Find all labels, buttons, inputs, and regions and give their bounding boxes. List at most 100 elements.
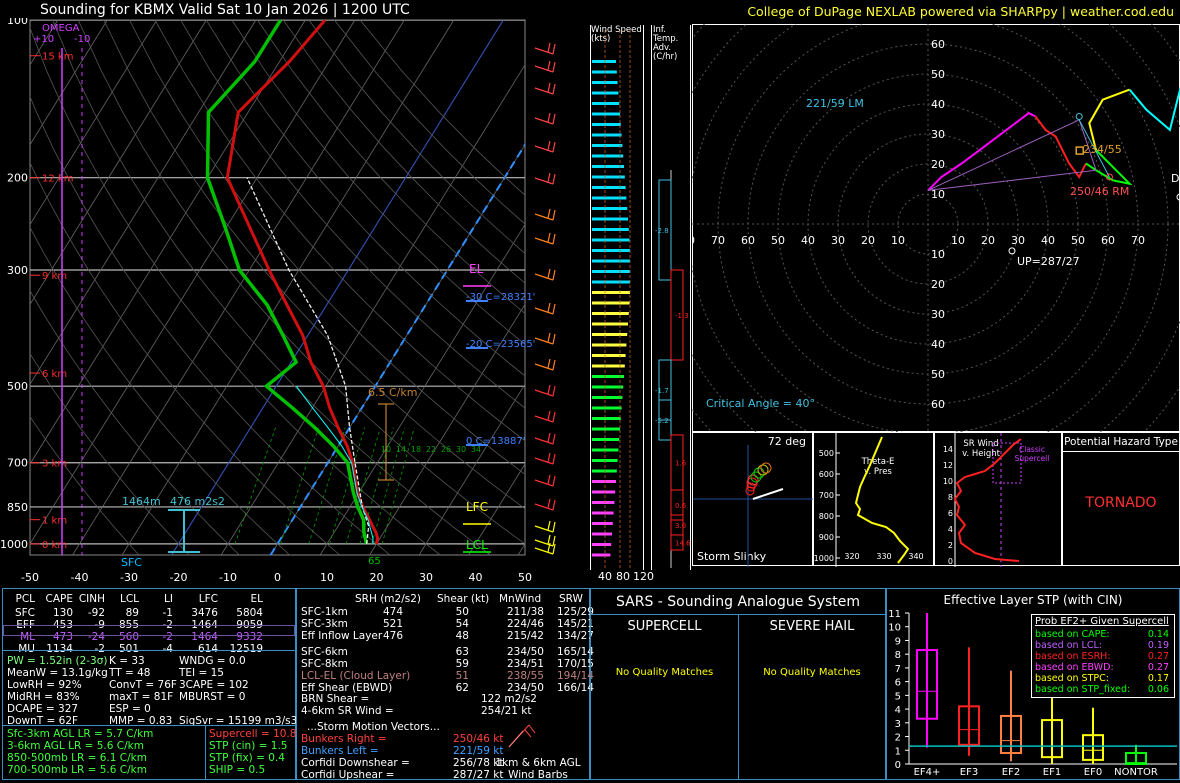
lfc-label: LFC (466, 500, 488, 514)
lapse-rate: Sfc-3km AGL LR = 5.7 C/km (7, 728, 154, 740)
eff-height-label: 1464m (122, 495, 161, 508)
prob-label: based on EBWD: (1035, 662, 1114, 673)
kin-cell: LCL-EL (Cloud Layer) (301, 670, 411, 682)
page-title: Sounding for KBMX Valid Sat 10 Jan 2026 … (40, 2, 410, 18)
thermo-index: 3CAPE = 102 (179, 679, 249, 691)
credit-line: College of DuPage NEXLAB powered via SHA… (747, 4, 1174, 19)
wind-speed-bar (592, 312, 629, 315)
wind-barb (534, 177, 554, 185)
thetae-xtick: 330 (876, 552, 891, 561)
wind-speed-bar (592, 375, 624, 378)
kin-cell: 194/14 (557, 670, 594, 682)
parcel-cell: -2 (94, 643, 105, 655)
hodo-x-label: 10 (951, 234, 965, 247)
hodo-x-label: 30 (1011, 234, 1025, 247)
prob-row: based on ESRH: 0.27 (1035, 651, 1171, 662)
hodo-ring-label: 40 (931, 338, 945, 351)
height-label: 6 km (42, 369, 67, 380)
wind-barb (534, 47, 554, 55)
parcel-cell: LI (164, 593, 173, 605)
hodo-d-label: D (1171, 172, 1180, 185)
mean-wind-label: 234/55 (1083, 143, 1122, 156)
sars-title: SARS - Sounding Analogue System (616, 594, 860, 610)
kinematics-table: SRH (m2/s2) Shear (kt) MnWind SRW SFC-1km 474… (297, 593, 594, 694)
srwind-ytick: 14 (943, 445, 953, 454)
wind-speed-bar (592, 532, 612, 536)
parcel-cell: 501 (118, 643, 139, 655)
storm-motion-label: Bunkers Left = (301, 745, 379, 757)
inf-value: 3.0 (675, 522, 686, 530)
upshear-label: UP=287/27 (1017, 255, 1080, 268)
storm-motion-header: ...Storm Motion Vectors... (307, 721, 440, 733)
wind-speed-bar (592, 343, 627, 347)
wind-speed-bar (592, 186, 626, 189)
sfc-dewpt-label: 65 (368, 556, 381, 567)
stp-ytick: 11 (888, 609, 901, 620)
temp-axis-label: 50 (518, 571, 532, 583)
parcel-header-row: PCL CAPE CINH LCL LI LFC EL (3, 593, 288, 605)
wind-barb (534, 389, 554, 397)
wind-speed-bar (592, 522, 613, 525)
thermo-index: TEI = 15 (179, 667, 224, 679)
wind-speed-bar (592, 144, 623, 147)
kin-cell: 59 (455, 658, 469, 670)
srwind-ytick: 10 (943, 477, 953, 486)
height-label: 1 km (42, 516, 67, 527)
wind-barb (534, 415, 554, 423)
srwind-panel: SR Wind v. Height Classic Supercell 14 12… (934, 432, 1062, 567)
hodo-x-label: 40 (1041, 234, 1055, 247)
wind-speed-bar (592, 406, 622, 410)
parcel-cell: -92 (87, 607, 105, 619)
storm-motion-label: Corfidi Downshear = (301, 757, 410, 769)
hodo-ring-label: 50 (931, 68, 945, 81)
stp-ytick: 10 (888, 623, 901, 634)
inf-value: 14.6 (675, 540, 691, 548)
temp-axis-label: -20 (170, 571, 188, 583)
sars-supercell: SUPERCELL (627, 619, 702, 634)
wind-speed-bar (592, 511, 614, 515)
kin-cell: SFC-8km (301, 658, 348, 670)
height-label: 12 km (42, 174, 73, 185)
prob-value: 0.27 (1147, 662, 1169, 673)
sars-supercell-msg: No Quality Matches (615, 667, 714, 678)
stp-panel: Effective Layer STP (with CIN) 012345678… (886, 588, 1180, 780)
height-label: 0 km (42, 540, 67, 551)
hodo-ring-label: 10 (931, 248, 945, 261)
parcel-cell: 12519 (229, 643, 263, 655)
parcel-cell: -1 (162, 607, 173, 619)
hodo-x-label: 80 (692, 234, 695, 247)
srwind-ytick: 12 (943, 461, 953, 470)
kin-cell: SFC-1km (301, 606, 348, 618)
wind-barb (534, 479, 554, 487)
hodo-x-label: 20 (981, 234, 995, 247)
inf-temp-bars: -2.8 -1.3 -1.7 -5.2 1.6 0.6 3.0 14.6 (655, 170, 691, 568)
mixing-ratio-label: 26 (441, 445, 451, 454)
barb-caption: 1km & 6km AGL Wind Barbs (495, 757, 581, 781)
srwind-ytick: 2 (948, 541, 953, 550)
parcel-cell: CAPE (45, 593, 73, 605)
hodograph: 10 10 20 20 30 30 40 40 50 50 60 60 80 70 60 50 40 30 20 10… (692, 24, 1180, 432)
thermo-index: WNDG = 0.0 (179, 655, 246, 667)
wind-speed-bar (592, 249, 630, 252)
kin-cell: 63 (455, 646, 469, 658)
thetae-xtick: 340 (908, 552, 923, 561)
srwind-trace (953, 438, 1022, 562)
kin-cell: 215/42 (507, 630, 544, 642)
srwind-ytick: 0 (948, 557, 953, 566)
mixing-ratio-label: 14 (396, 445, 406, 454)
temp-axis-label: -30 (120, 571, 138, 583)
wind-speed-bar (592, 133, 622, 137)
wind-speed-bar (592, 501, 615, 504)
wind-barb (534, 525, 554, 533)
hazard-panel: Potential Hazard Type TORNADO (1062, 432, 1180, 566)
prob-row: based on STP_fixed: 0.06 (1035, 684, 1171, 695)
kin-cell: 134/27 (557, 630, 594, 642)
parcel-row: MU 1134 -2 501 -4 614 12519 (3, 643, 288, 655)
wind-speed-bar (592, 490, 616, 494)
hodo-x-label: 40 (801, 234, 815, 247)
thetae-ytick: 1000 (814, 554, 834, 563)
wind-barb (534, 145, 554, 153)
thetae-xtick: 320 (844, 552, 859, 561)
wind-scale-40: 40 (598, 570, 612, 583)
temp-axis-label: -50 (21, 571, 39, 583)
